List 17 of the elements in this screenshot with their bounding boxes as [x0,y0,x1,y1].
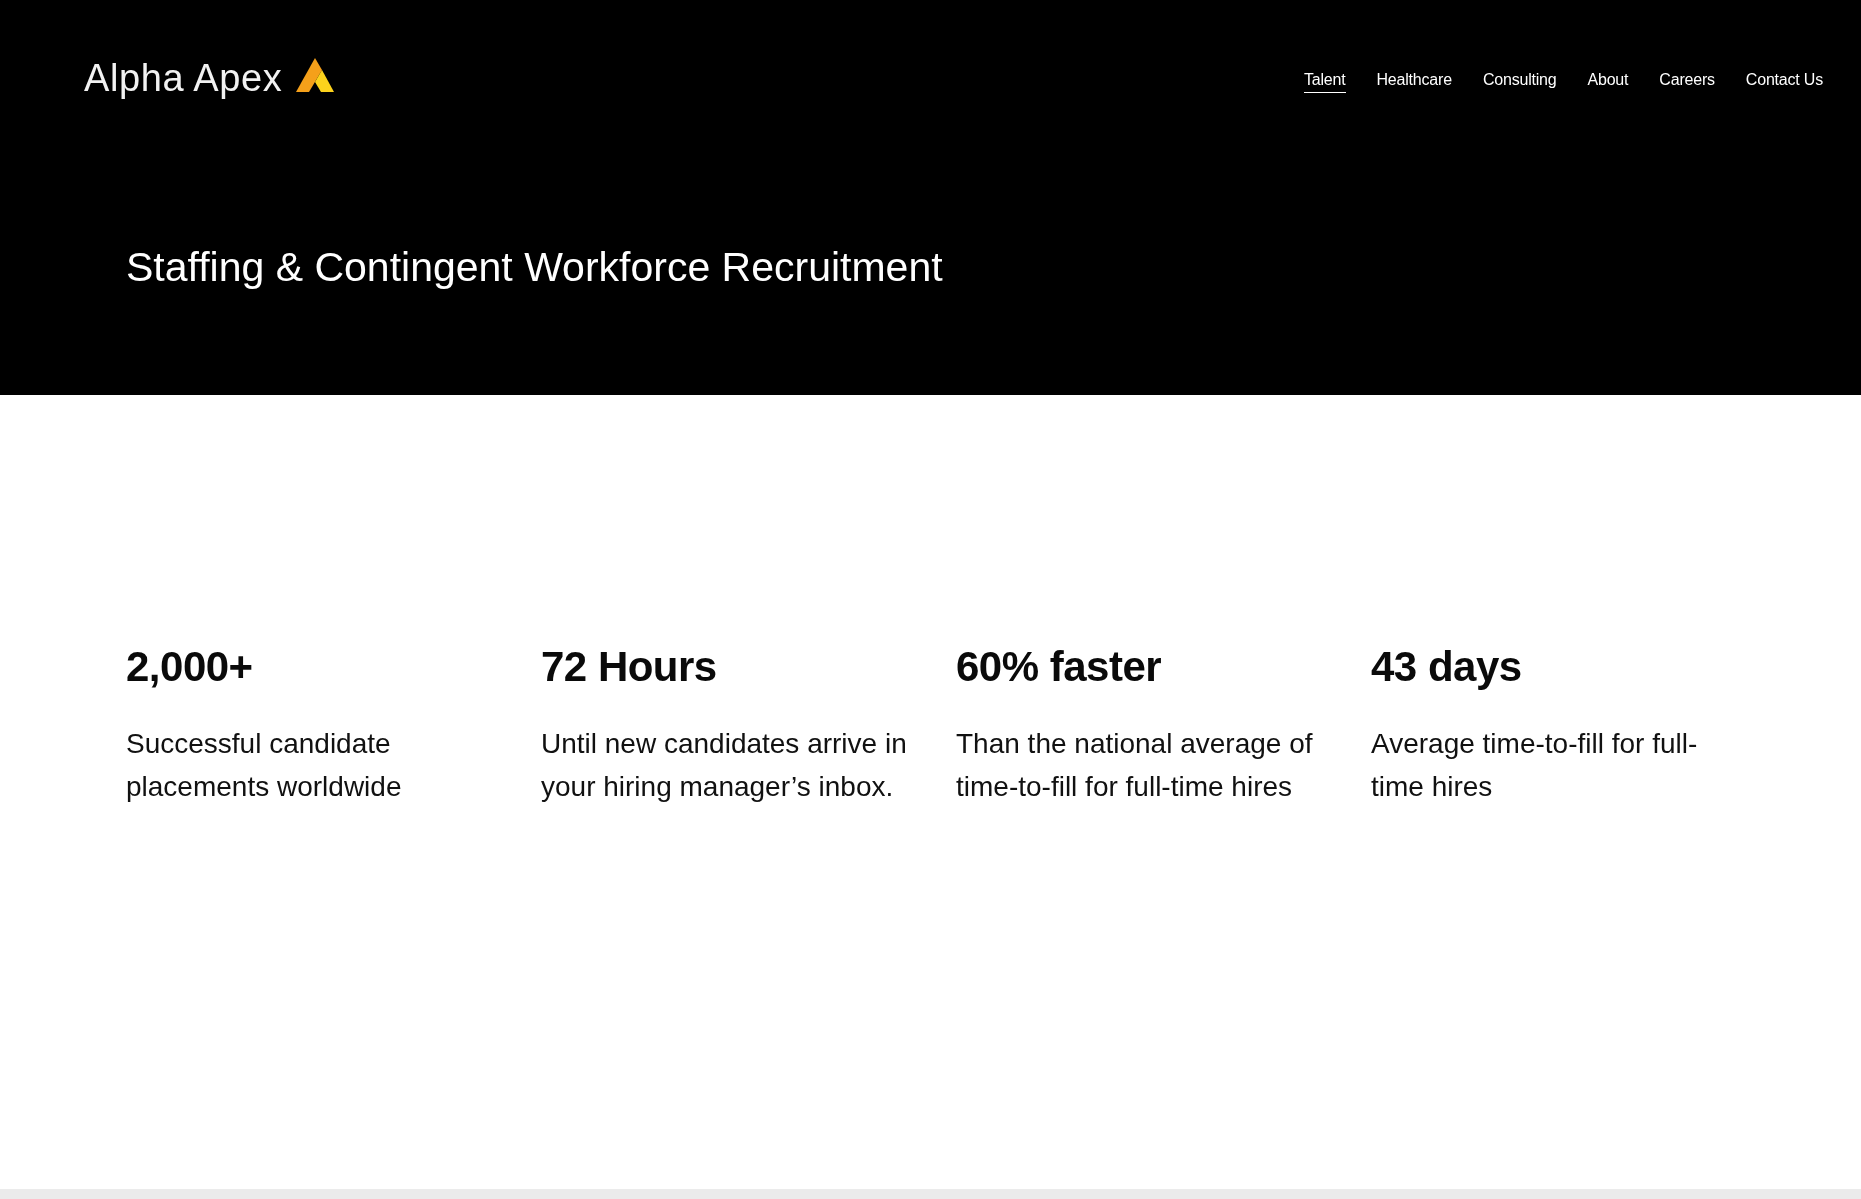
nav-link[interactable]: Talent [1304,71,1346,93]
stat-description: Than the national average of time-to-fill for full-time hires [956,727,1314,804]
triangle-icon [296,58,335,92]
stat-value: 72 Hours [541,642,717,692]
stat-value: 2,000+ [126,642,253,692]
stat-description: Average time-to-fill for full-time hires [1371,727,1699,804]
nav-link[interactable]: Careers [1659,71,1715,93]
nav-link[interactable]: Contact Us [1745,71,1823,93]
page-title: Staffing & Contingent Workforce Recruitment [126,243,944,291]
stat-description: Successful candidate placements worldwide [126,727,403,804]
stat-value: 60% faster [956,642,1162,692]
logo-link[interactable]: Alpha Apex [84,56,335,100]
stat-description: Until new candidates arrive in your hiring manager’s inbox. [541,727,908,804]
stat-value: 43 days [1371,642,1522,692]
nav-link[interactable]: Consulting [1482,71,1557,93]
nav-link[interactable]: About [1587,71,1629,93]
nav-link[interactable]: Healthcare [1376,71,1452,93]
